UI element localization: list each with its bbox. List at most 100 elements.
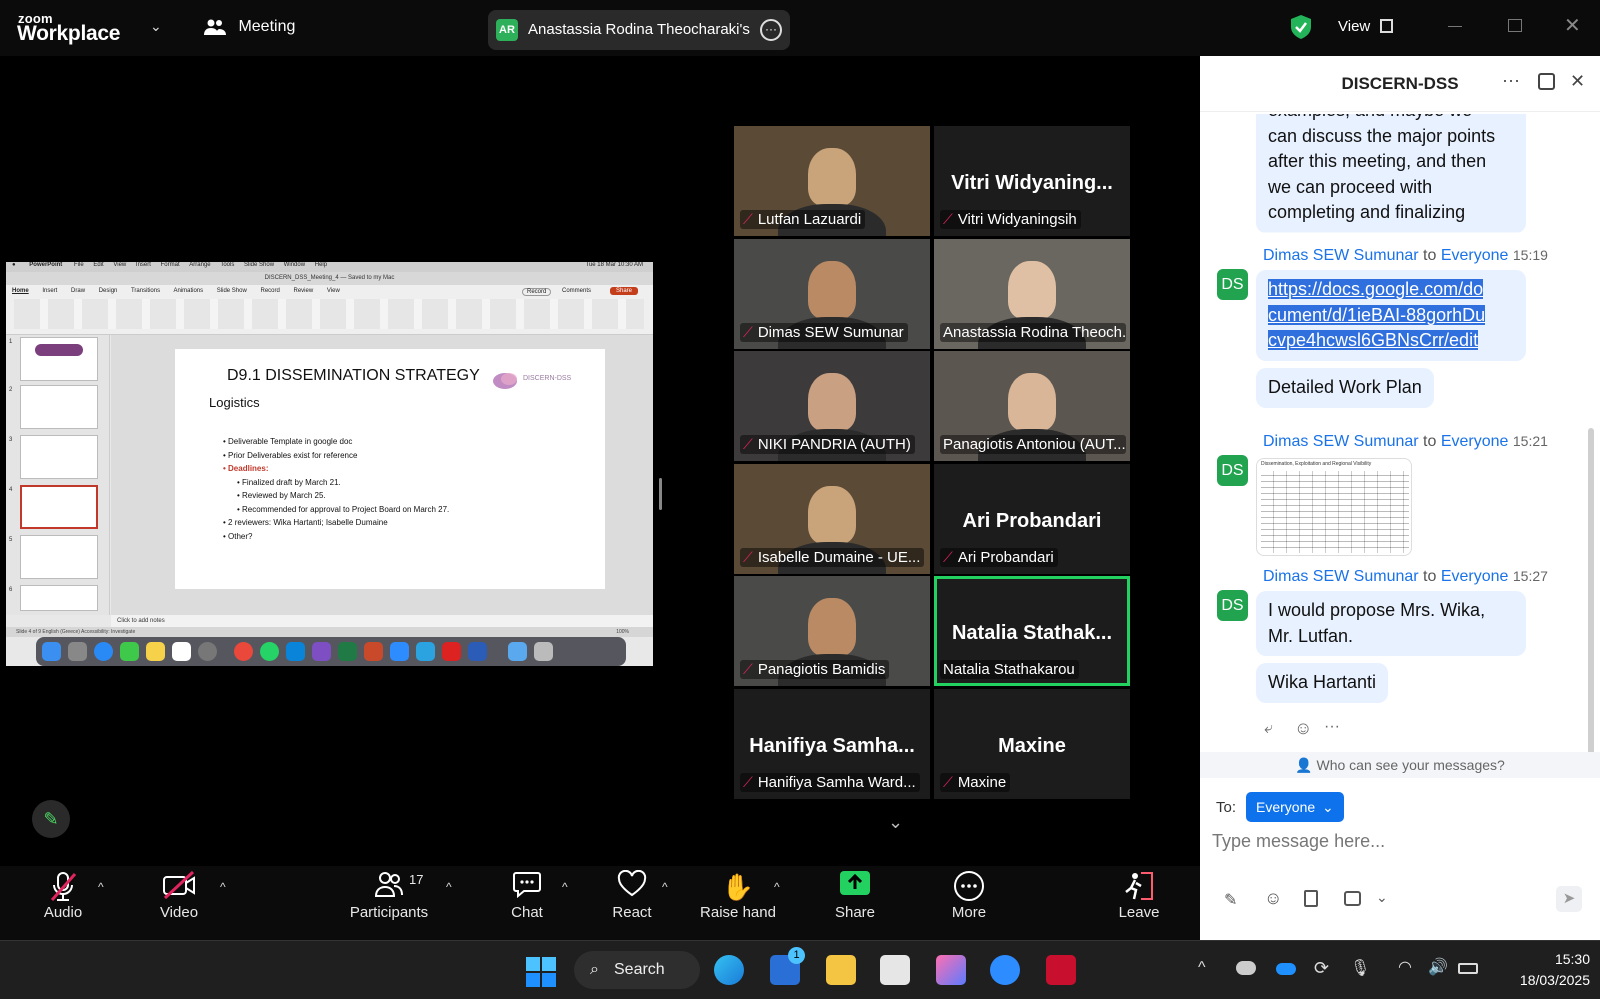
bullet: Reviewed by March 25.: [242, 491, 326, 500]
participant-tile[interactable]: ⟋ Panagiotis Bamidis: [734, 576, 930, 686]
shared-screen-content: ● PowerPoint File Edit View Insert Forma…: [6, 262, 653, 666]
screenshot-icon[interactable]: [1344, 891, 1361, 906]
screenshot-options-caret[interactable]: ⌄: [1376, 889, 1388, 906]
onedrive-icon[interactable]: [1276, 963, 1296, 975]
chat-scrollbar[interactable]: [1588, 428, 1594, 758]
chat-options-caret[interactable]: ^: [562, 880, 568, 894]
send-icon[interactable]: ➤: [1556, 886, 1582, 912]
google-docs-link[interactable]: cument/d/1ieBAI-88gorhDu: [1268, 304, 1486, 325]
video-options-caret[interactable]: ^: [220, 880, 226, 894]
recipient-name: Everyone: [1440, 247, 1509, 264]
participant-tile[interactable]: ⟋ Isabelle Dumaine - UE...: [734, 463, 930, 574]
recipient-dropdown[interactable]: Everyone ⌄: [1246, 792, 1344, 822]
participant-tile[interactable]: Natalia Stathak... Natalia Stathakarou: [934, 576, 1130, 686]
copilot-icon[interactable]: [936, 955, 966, 985]
participant-tile[interactable]: Vitri Widyaning... ⟋ Vitri Widyaningsih: [934, 126, 1130, 236]
sender-name[interactable]: Dimas SEW Sumunar: [1263, 433, 1419, 450]
file-explorer-icon[interactable]: [826, 955, 856, 985]
windows-start-icon[interactable]: [526, 957, 556, 992]
bullet: Recommended for approval to Project Boar…: [242, 504, 450, 514]
sync-icon[interactable]: ⟳: [1314, 958, 1329, 979]
microphone-muted-icon: ⟋: [743, 773, 753, 790]
more-options-icon[interactable]: ···: [760, 19, 782, 41]
ppt-tab: Draw: [71, 288, 86, 294]
react-options-caret[interactable]: ^: [662, 880, 668, 894]
restore-icon[interactable]: [1508, 19, 1522, 32]
show-hidden-icons-caret[interactable]: ^: [1198, 959, 1206, 977]
shared-image-thumbnail[interactable]: Dissemination, Exploitation and Regional…: [1256, 458, 1412, 556]
avatar[interactable]: DS: [1217, 269, 1248, 300]
avatar[interactable]: DS: [1217, 590, 1248, 621]
who-can-see-link[interactable]: 👤 Who can see your messages?: [1200, 752, 1600, 778]
leave-button[interactable]: Leave: [1114, 870, 1164, 921]
discern-logo-text: DISCERN-DSS: [523, 375, 572, 382]
pop-out-icon[interactable]: [1538, 73, 1555, 90]
clock-time[interactable]: 15:30: [1498, 951, 1590, 967]
raise-hand-button[interactable]: ✋ Raise hand: [698, 870, 778, 921]
message-line: we can proceed with: [1268, 176, 1433, 197]
participants-button[interactable]: 17 Participants: [344, 870, 434, 921]
format-text-icon[interactable]: ✎: [1224, 890, 1237, 910]
close-window-icon[interactable]: ✕: [1564, 13, 1581, 38]
slide-subtitle: Logistics: [209, 395, 260, 410]
snipping-tool-icon[interactable]: [880, 955, 910, 985]
volume-icon[interactable]: 🔊: [1428, 957, 1448, 977]
participant-tile[interactable]: Panagiotis Antoniou (AUT...: [934, 351, 1130, 461]
split-view-handle[interactable]: [659, 478, 662, 510]
participant-video: [808, 260, 856, 319]
google-docs-link[interactable]: https://docs.google.com/do: [1268, 279, 1484, 299]
participant-tile[interactable]: Ari Probandari ⟋ Ari Probandari: [934, 463, 1130, 574]
search-label: Search: [614, 961, 665, 978]
avatar[interactable]: DS: [1217, 455, 1248, 486]
battery-icon[interactable]: [1458, 963, 1478, 974]
minimize-icon[interactable]: [1448, 26, 1462, 27]
taskbar-search[interactable]: ⌕ Search: [574, 951, 700, 989]
raise-hand-options-caret[interactable]: ^: [774, 880, 780, 894]
file-icon[interactable]: [1304, 890, 1318, 907]
video-button[interactable]: Video: [154, 870, 204, 921]
more-button[interactable]: More: [944, 870, 994, 921]
sender-name[interactable]: Dimas SEW Sumunar: [1263, 568, 1419, 585]
audio-button[interactable]: Audio: [38, 870, 88, 921]
view-button[interactable]: View: [1338, 18, 1394, 35]
annotate-pencil-icon[interactable]: ✎: [32, 800, 70, 838]
participant-tile[interactable]: Anastassia Rodina Theoch...: [934, 238, 1130, 349]
participant-name-tag: ⟋ Isabelle Dumaine - UE...: [740, 547, 925, 567]
zoom-taskbar-icon[interactable]: [990, 955, 1020, 985]
meeting-menu[interactable]: Meeting: [204, 18, 295, 36]
participants-options-caret[interactable]: ^: [446, 880, 452, 894]
google-docs-link[interactable]: cvpe4hcwsl6GBNsCrr/edit: [1268, 330, 1479, 350]
shield-check-icon[interactable]: [1290, 14, 1312, 45]
message-input[interactable]: Type message here...: [1212, 831, 1588, 861]
participant-tile[interactable]: ⟋ Dimas SEW Sumunar: [734, 238, 930, 349]
wifi-icon[interactable]: ◠: [1398, 957, 1412, 977]
reply-icon[interactable]: ⤶: [1264, 720, 1273, 738]
audio-options-caret[interactable]: ^: [98, 880, 104, 894]
close-chat-icon[interactable]: ✕: [1570, 71, 1585, 92]
store-icon[interactable]: 1: [770, 947, 805, 985]
slide-title: D9.1 DISSEMINATION STRATEGY: [227, 367, 480, 384]
message-text: Wika Hartanti: [1268, 672, 1377, 692]
participant-tile[interactable]: ⟋ Lutfan Lazuardi: [734, 126, 930, 236]
microphone-in-use-icon[interactable]: 🎙: [1350, 958, 1370, 978]
chat-button[interactable]: Chat: [502, 870, 552, 921]
participant-tile[interactable]: Hanifiya Samha... ⟋ Hanifiya Samha Ward...: [734, 688, 930, 799]
slide-thumbnail: [20, 385, 98, 429]
message-more-icon[interactable]: ···: [1324, 718, 1340, 736]
weather-icon[interactable]: [1236, 961, 1256, 975]
clock-date[interactable]: 18/03/2025: [1498, 972, 1590, 988]
message-line: can discuss the major points: [1268, 125, 1496, 146]
gallery-next-page-icon[interactable]: ⌄: [888, 812, 903, 833]
add-reaction-icon[interactable]: ☺: [1294, 718, 1312, 739]
edge-icon[interactable]: [714, 955, 744, 985]
react-button[interactable]: React: [607, 869, 657, 921]
screen-share-indicator[interactable]: AR Anastassia Rodina Theocharaki's ···: [488, 10, 790, 50]
acrobat-taskbar-icon[interactable]: [1046, 955, 1076, 985]
emoji-icon[interactable]: ☺: [1264, 888, 1282, 909]
share-screen-button[interactable]: Share: [830, 870, 880, 921]
participant-tile[interactable]: Maxine ⟋ Maxine: [934, 688, 1130, 799]
chevron-down-icon[interactable]: ⌄: [150, 18, 162, 35]
more-options-icon[interactable]: ···: [1502, 70, 1520, 91]
sender-name[interactable]: Dimas SEW Sumunar: [1263, 247, 1419, 264]
participant-tile[interactable]: ⟋ NIKI PANDRIA (AUTH): [734, 351, 930, 461]
